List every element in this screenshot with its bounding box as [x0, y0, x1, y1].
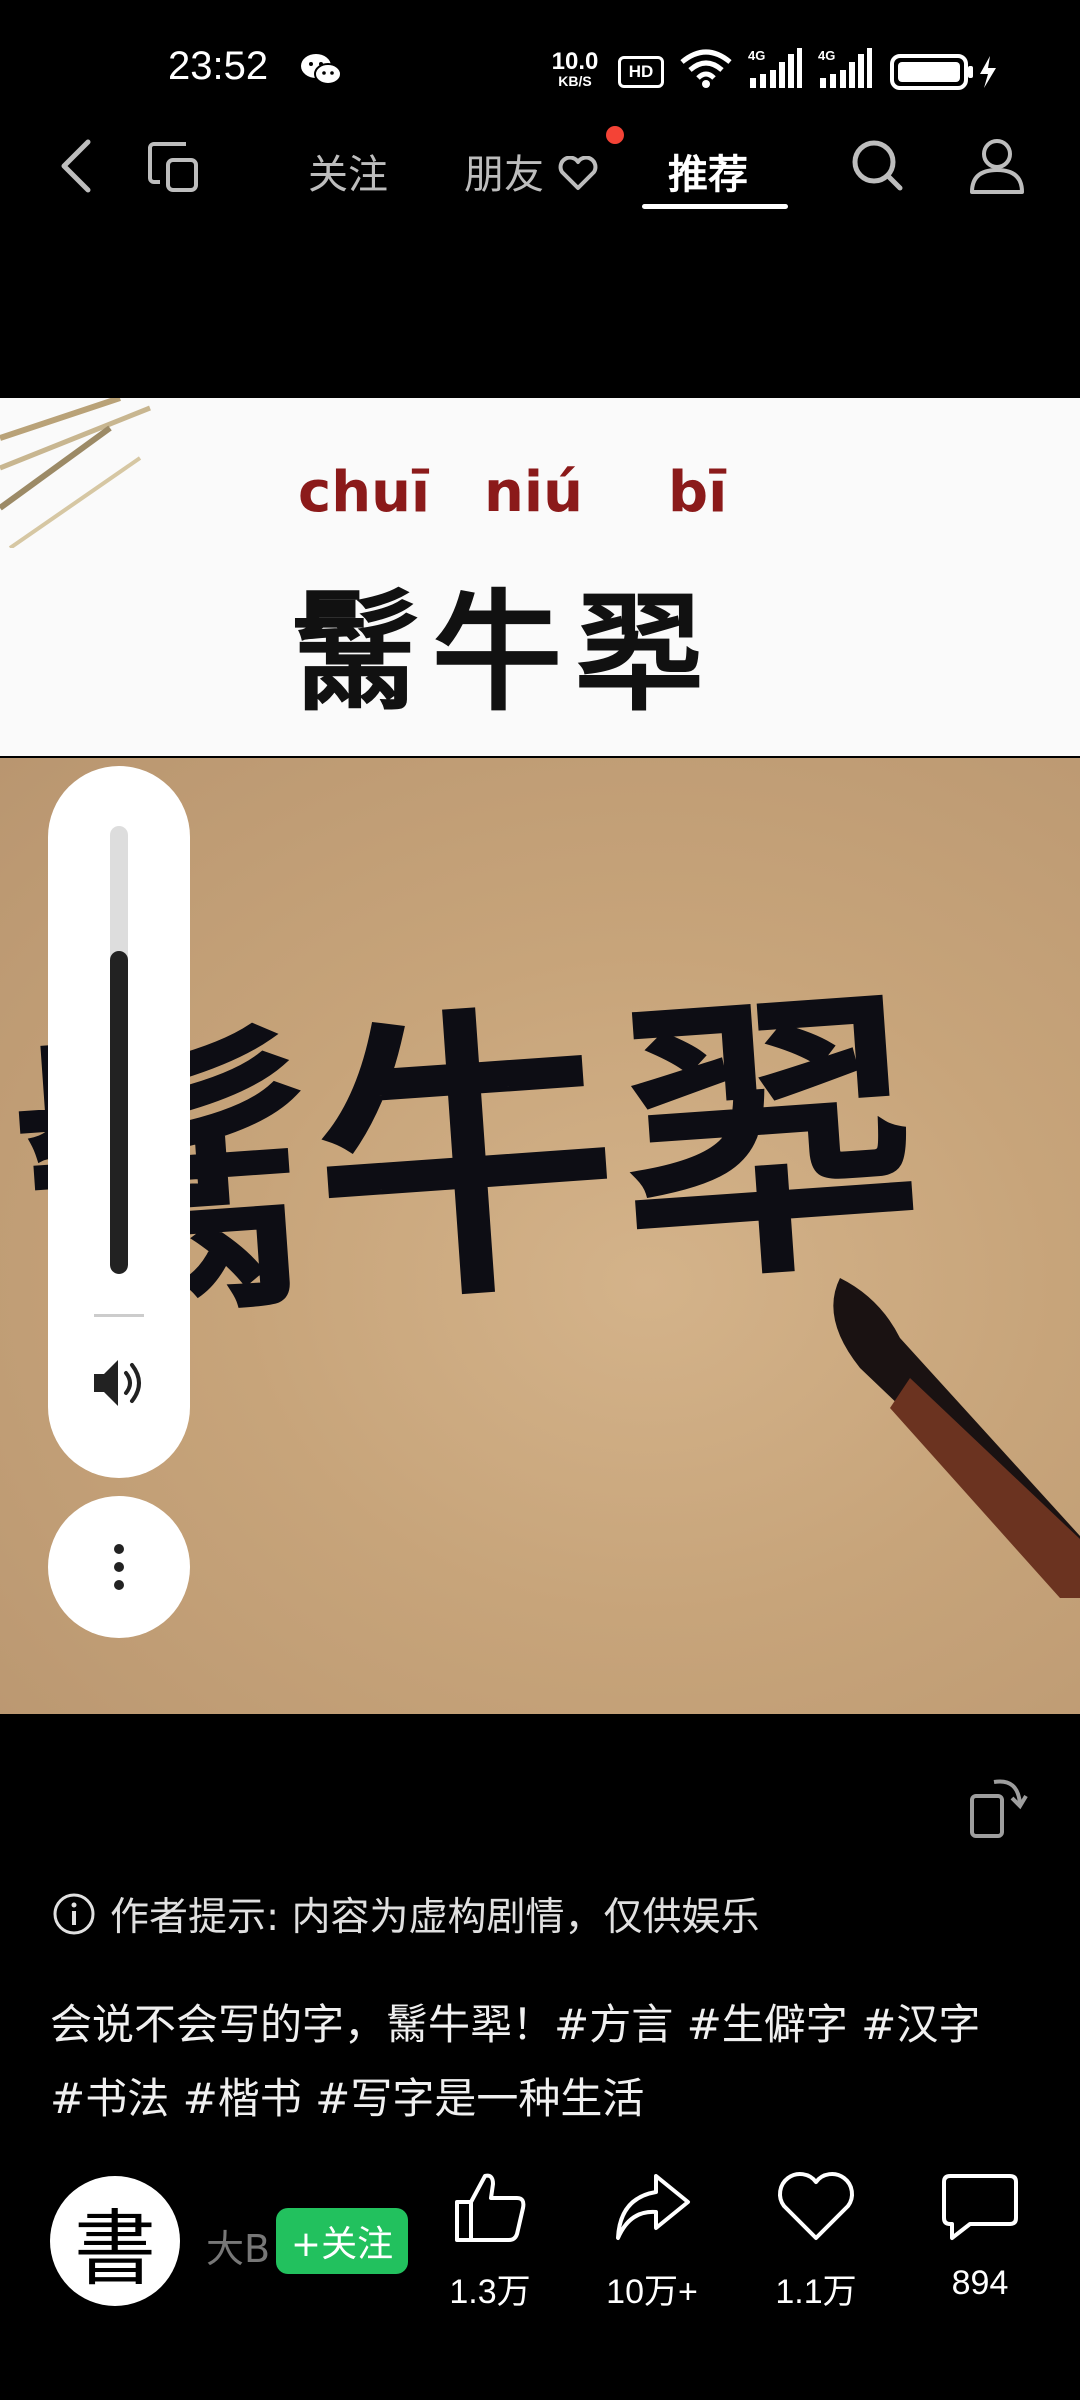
hashtag-dialect[interactable]: #方言	[554, 2000, 673, 2049]
cellular-signal-2: 4G	[818, 48, 872, 92]
volume-level-fill	[110, 951, 128, 1274]
network-speed: 10.0 KB/S	[546, 48, 604, 89]
hd-voice-badge: HD	[618, 56, 664, 88]
video-title-characters: 鬗牛翆	[290, 577, 717, 729]
hashtag-calligraphy[interactable]: #书法	[50, 2074, 169, 2123]
author-name[interactable]: 大B	[206, 2218, 276, 2273]
thumbs-up-icon	[455, 2173, 526, 2242]
info-icon	[53, 1893, 95, 1935]
hashtag-writing-is-life[interactable]: #写字是一种生活	[315, 2074, 644, 2123]
back-icon[interactable]	[56, 138, 96, 194]
heart-icon	[558, 155, 598, 190]
more-options-button[interactable]	[48, 1496, 190, 1638]
multi-screen-icon[interactable]	[146, 138, 202, 194]
brush-decoration-icon	[0, 398, 151, 548]
tab-recommend[interactable]: 推荐	[668, 142, 748, 200]
author-notice-text: 作者提示: 内容为虚构剧情，仅供娱乐	[110, 1895, 760, 1940]
author-notice: 作者提示: 内容为虚构剧情，仅供娱乐	[52, 1886, 760, 1942]
volume-panel[interactable]	[48, 766, 190, 1478]
favorite-button[interactable]: 1.1万	[746, 2170, 886, 2313]
notification-dot	[606, 126, 624, 144]
volume-divider	[94, 1314, 144, 1317]
profile-icon[interactable]	[968, 138, 1026, 194]
caption-text: 会说不会写的字，鬗牛翆！	[50, 2000, 555, 2049]
share-button[interactable]: 10万+	[582, 2170, 722, 2313]
comment-icon	[942, 2174, 1018, 2240]
hashtag-regular-script[interactable]: #楷书	[183, 2074, 302, 2123]
pinyin-1: chuī	[298, 460, 431, 525]
author-avatar[interactable]: 書	[50, 2176, 180, 2306]
rotate-screen-icon[interactable]	[966, 1774, 1030, 1840]
top-navigation: 关注 朋友 推荐	[0, 110, 1080, 220]
follow-button[interactable]: +关注	[276, 2208, 408, 2274]
share-count: 10万+	[606, 2273, 698, 2311]
like-button[interactable]: 1.3万	[420, 2170, 560, 2313]
tab-friends-label: 朋友	[464, 152, 544, 198]
comment-count: 894	[951, 2264, 1009, 2302]
heart-icon	[778, 2172, 854, 2240]
like-count: 1.3万	[449, 2273, 531, 2311]
wifi-icon	[680, 49, 732, 88]
share-arrow-icon	[616, 2174, 690, 2240]
tab-friends[interactable]: 朋友	[464, 142, 599, 200]
video-title-banner[interactable]: chuī niú bī 鬗牛翆	[0, 398, 1080, 756]
volume-slider[interactable]	[110, 826, 128, 1274]
wechat-icon	[301, 54, 342, 85]
hashtag-rare-characters[interactable]: #生僻字	[687, 2000, 848, 2049]
active-tab-indicator	[642, 204, 788, 209]
signal-2-label: 4G	[818, 48, 836, 63]
comment-button[interactable]: 894	[910, 2170, 1050, 2303]
hashtag-chinese-characters[interactable]: #汉字	[861, 2000, 980, 2049]
signal-1-label: 4G	[748, 48, 766, 63]
video-caption: 会说不会写的字，鬗牛翆！#方言 #生僻字 #汉字 #书法 #楷书 #写字是一种生…	[50, 1988, 1050, 2136]
clock: 23:52	[168, 44, 269, 88]
brush-icon	[833, 1278, 1080, 1598]
favorite-count: 1.1万	[775, 2273, 857, 2311]
more-vertical-icon	[114, 1544, 124, 1590]
speaker-icon[interactable]	[90, 1356, 148, 1410]
pinyin-2: niú	[484, 460, 583, 525]
pinyin-3: bī	[668, 460, 728, 525]
network-speed-value: 10.0	[551, 48, 599, 75]
tab-following[interactable]: 关注	[308, 142, 388, 200]
search-icon[interactable]	[850, 138, 904, 194]
battery-charging-icon	[890, 54, 996, 90]
network-speed-unit: KB/S	[558, 73, 592, 89]
cellular-signal-1: 4G	[748, 48, 802, 92]
